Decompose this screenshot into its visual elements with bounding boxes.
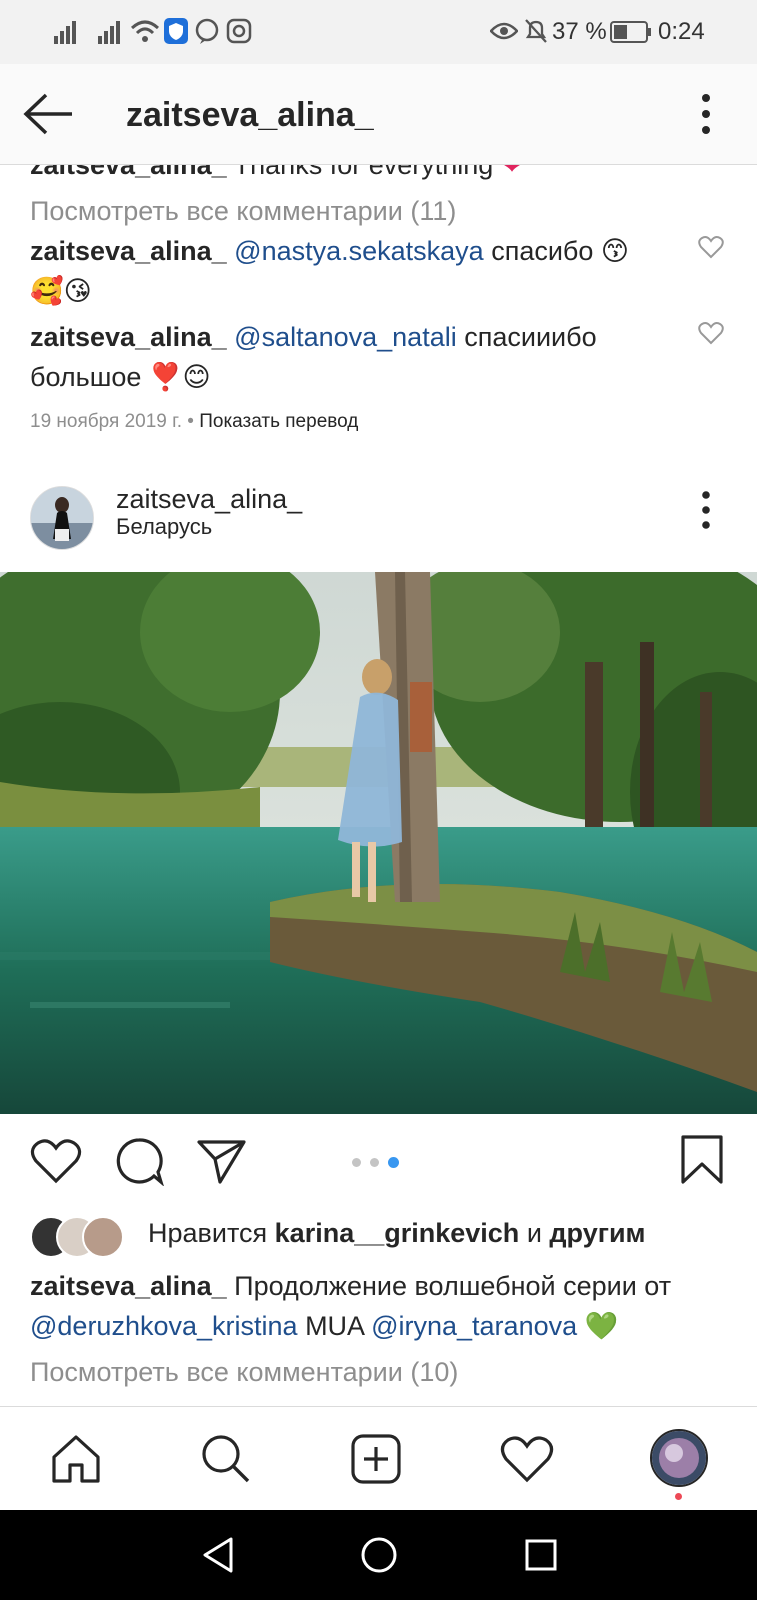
shield-app-icon [164,18,188,44]
comment-text: спасииибо [464,322,597,352]
caption-emoji: 💚 [584,1311,619,1341]
caption-text: Продолжение волшебной серии от [234,1271,672,1301]
viber-icon [195,18,219,44]
show-translation-link[interactable]: Показать перевод [199,411,358,432]
avatar[interactable] [30,486,94,550]
likes-others[interactable]: другим [549,1218,645,1248]
partial-caption: zaitseva_alina_ Thanks for everything ❤ [30,165,523,185]
caption-username[interactable]: zaitseva_alina_ [30,165,227,180]
likes-text[interactable]: Нравится karina__grinkevich и другим [148,1218,646,1249]
comment-text-cont: большое ❣️😊 [30,362,211,392]
view-all-comments-link[interactable]: Посмотреть все комментарии (11) [30,191,456,231]
carousel-dot [370,1158,379,1167]
caption-mention[interactable]: @iryna_taranova [371,1311,577,1341]
likes-row: Нравится karina__grinkevich и другим [30,1214,750,1258]
home-icon[interactable] [50,1433,102,1485]
comment-item: zaitseva_alina_ @saltanova_natali спасии… [30,317,670,397]
likes-and: и [526,1218,542,1248]
battery-icon [610,21,651,43]
carousel-dot [352,1158,361,1167]
comment-mention[interactable]: @nastya.sekatskaya [234,236,484,266]
send-icon[interactable] [196,1138,248,1186]
comment-text-cont: 🥰😘 [30,276,92,306]
heart-emoji: ❤ [500,165,524,180]
status-bar: 37 % 0:24 [0,0,757,64]
activity-heart-icon[interactable] [500,1435,554,1483]
post-date: 19 ноября 2019 г. [30,411,182,432]
post-caption: zaitseva_alina_ Продолжение волшебной се… [30,1266,720,1346]
previous-post-comments: zaitseva_alina_ Thanks for everything ❤ … [0,165,757,465]
eye-icon [490,22,518,40]
post-location[interactable]: Беларусь [116,514,212,540]
liker-avatar [82,1216,124,1258]
post-more-icon[interactable] [700,490,712,530]
separator: • [187,411,194,432]
mute-bell-icon [525,19,547,43]
instagram-status-icon [226,18,252,44]
caption-mua: MUA [305,1311,364,1341]
comment-item: zaitseva_alina_ @nastya.sekatskaya спаси… [30,231,670,311]
profile-header: zaitseva_alina_ [0,64,757,165]
comment-username[interactable]: zaitseva_alina_ [30,322,227,352]
comment-like-icon[interactable] [698,235,724,259]
bottom-navigation [0,1406,757,1511]
clock: 0:24 [658,18,705,45]
post-date-row: 19 ноября 2019 г. • Показать перевод [30,411,358,433]
home-circle-icon[interactable] [360,1536,398,1574]
signal-icon [54,21,76,44]
signal-icon-2 [98,21,120,44]
back-triangle-icon[interactable] [200,1536,236,1574]
search-icon[interactable] [200,1433,252,1485]
comment-mention[interactable]: @saltanova_natali [234,322,457,352]
battery-percent: 37 % [552,18,607,45]
heart-icon[interactable] [30,1138,82,1184]
page-title: zaitseva_alina_ [126,96,374,134]
comment-like-icon[interactable] [698,321,724,345]
post-header: zaitseva_alina_ Беларусь [0,478,757,568]
back-arrow-icon[interactable] [22,92,76,136]
profile-avatar-icon[interactable] [650,1429,708,1487]
bookmark-icon[interactable] [680,1134,724,1186]
add-post-icon[interactable] [350,1433,402,1485]
carousel-dot-active [388,1157,399,1168]
comment-text: спасибо 😙 [491,236,630,266]
caption-username[interactable]: zaitseva_alina_ [30,1271,227,1301]
notification-dot [675,1493,682,1500]
post-photo[interactable] [0,572,757,1114]
post-username[interactable]: zaitseva_alina_ [116,484,302,515]
post-action-bar [0,1114,757,1204]
wifi-icon [130,20,160,42]
likes-user[interactable]: karina__grinkevich [275,1218,520,1248]
more-vertical-icon[interactable] [700,92,712,136]
comment-icon[interactable] [114,1136,164,1186]
recents-square-icon[interactable] [524,1538,558,1572]
comment-username[interactable]: zaitseva_alina_ [30,236,227,266]
view-all-comments-link[interactable]: Посмотреть все комментарии (10) [30,1352,458,1392]
caption-text: Thanks for everything [233,165,494,180]
likes-prefix: Нравится [148,1218,268,1248]
system-navigation-bar [0,1510,757,1600]
caption-mention[interactable]: @deruzhkova_kristina [30,1311,298,1341]
